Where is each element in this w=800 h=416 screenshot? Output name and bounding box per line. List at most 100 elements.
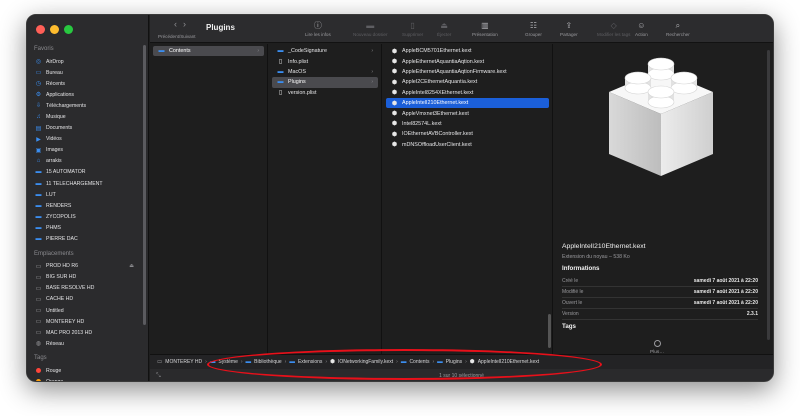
path-crumb-label: IONetworkingFamily.kext [337, 359, 394, 365]
folder-icon: ▬ [35, 213, 42, 220]
sidebar-item[interactable]: ▬ PIERRE DAC [27, 234, 148, 245]
modifier-les-tags-button[interactable]: ◇ Modifier les tags [597, 19, 630, 37]
sidebar-item[interactable]: ▭ BIG SUR HD [27, 272, 148, 283]
path-crumb[interactable]: ▬ Bibliothèque [246, 359, 282, 365]
kext-row[interactable]: ⬢ AppleEthernetAquantiaAqtionFirmware.kex… [386, 67, 549, 77]
chevron-right-icon: › [325, 359, 328, 365]
zoom-button[interactable] [64, 25, 73, 34]
file-row[interactable]: ▬ Contents › [153, 46, 264, 57]
toolbar-button-label: Modifier les tags [597, 32, 631, 37]
column-scrollbar[interactable] [548, 314, 551, 348]
supprimer-button[interactable]: ▯ Supprimer [402, 19, 423, 37]
lire-les-infos-button[interactable]: ⓘ Lire les infos [305, 19, 331, 37]
path-crumb[interactable]: ▬ Contents [401, 359, 430, 365]
kext-row[interactable]: ⬢ AppleI2CEthernetAquantia.kext [386, 77, 549, 87]
path-crumb[interactable]: ⬢ IONetworkingFamily.kext [330, 359, 393, 365]
path-crumb[interactable]: ▬ Extensions [289, 359, 322, 365]
file-row[interactable]: ▬ _CodeSignature › [272, 46, 378, 56]
sidebar-item[interactable]: Rouge [27, 365, 148, 376]
more-circle-icon [653, 340, 661, 347]
kext-row[interactable]: ⬢ AppleIntel8254XEthernet.kext [386, 88, 549, 98]
sidebar-item[interactable]: ◎ AirDrop [27, 56, 148, 67]
path-crumb[interactable]: ▬ Système [210, 359, 238, 365]
row-label: Info.plist [288, 58, 309, 65]
-jecter-button[interactable]: ⏏ Éjecter [437, 19, 451, 37]
file-row[interactable]: ▬ Plugins › [272, 77, 378, 88]
folder-icon: ▬ [437, 359, 443, 365]
sidebar-item-label: arrakis [46, 158, 62, 165]
file-row[interactable]: ▯ Info.plist [272, 56, 378, 66]
forward-arrow-icon[interactable]: › [183, 19, 192, 29]
path-crumb[interactable]: ▭ MONTEREY HD [157, 359, 202, 365]
sidebar-item-label: Téléchargements [46, 102, 87, 109]
sidebar-scrollbar[interactable] [143, 45, 146, 325]
computer-icon: ▭ [35, 330, 42, 337]
pr-sentation-button[interactable]: ▥ Présentation [472, 19, 498, 37]
sidebar-item[interactable]: ▤ Documents [27, 123, 148, 134]
sidebar-item[interactable]: ⇩ Téléchargements [27, 100, 148, 111]
preview-scrollbar[interactable] [767, 50, 770, 340]
images-icon: ▣ [35, 147, 42, 154]
sidebar-item[interactable]: ▬ RENDERS [27, 200, 148, 211]
folder-icon: ▬ [158, 48, 165, 55]
sidebar-item[interactable]: ◷ Récents [27, 78, 148, 89]
kext-row[interactable]: ⬢ AppleEthernetAquantiaAqtion.kext [386, 56, 549, 66]
sidebar-item[interactable]: ▭ MONTEREY HD [27, 316, 148, 327]
file-row[interactable]: ▯ version.plist [272, 88, 378, 98]
sidebar-item[interactable]: ◍ Réseau [27, 338, 148, 349]
eject-icon[interactable]: ⏏ [129, 263, 134, 269]
sidebar-item[interactable]: ⌂ arrakis [27, 156, 148, 167]
sidebar-item[interactable]: Orange [27, 376, 148, 381]
kext-row[interactable]: ⬢ IOEthernetAVBController.kext [386, 129, 549, 139]
window-title: Plugins [206, 23, 235, 32]
sidebar-item[interactable]: ▭ BASE RESOLVE HD [27, 283, 148, 294]
info-key: Version [562, 311, 579, 317]
sidebar-item[interactable]: ▶ Vidéos [27, 134, 148, 145]
chevron-right-icon: › [205, 359, 207, 365]
path-crumb-label: Contents [409, 359, 430, 365]
row-label: AppleI2CEthernetAquantia.kext [402, 79, 478, 86]
path-crumb[interactable]: ⬢ AppleIntelI210Ethernet.kext [470, 359, 539, 365]
sidebar-item[interactable]: ▭ PROD HD R6 ⏏ [27, 261, 148, 272]
grouper-button[interactable]: ☷ Grouper [525, 19, 542, 37]
sidebar-item[interactable]: ▬ ZYCOPOLIS [27, 211, 148, 222]
preview-subtitle: Extension du noyau – 538 Ko [562, 254, 630, 260]
sidebar-item-label: Rouge [46, 367, 62, 374]
kext-icon: ⬢ [391, 131, 398, 138]
nouveau-dossier-button[interactable]: ▬ Nouveau dossier [353, 19, 387, 37]
sidebar-item[interactable]: ♫ Musique [27, 111, 148, 122]
kext-row[interactable]: ⬢ mDNSOffloadUserClient.kext [386, 140, 549, 150]
resize-handle-icon[interactable]: ⤡ [156, 373, 161, 380]
kext-row[interactable]: ⬢ AppleIntelI210Ethernet.kext [386, 97, 549, 109]
kext-icon: ⬢ [391, 111, 398, 118]
status-text: 1 sur 10 sélectionné [439, 373, 484, 379]
sidebar-item[interactable]: ▭ MAC PRO 2013 HD [27, 327, 148, 338]
kext-row[interactable]: ⬢ AppleBCM5701Ethernet.kext [386, 46, 549, 56]
rechercher-button[interactable]: ⌕ Rechercher [666, 19, 690, 37]
sidebar-item[interactable]: ▭ CACHE HD [27, 294, 148, 305]
clock-icon: ◷ [35, 81, 42, 88]
sidebar-item[interactable]: ▣ Images [27, 145, 148, 156]
back-arrow-icon[interactable]: ‹ [174, 19, 183, 29]
folder-icon: ▬ [35, 224, 42, 231]
file-row[interactable]: ▬ MacOS › [272, 67, 378, 77]
sidebar-item[interactable]: ⚙ Applications [27, 89, 148, 100]
sidebar-item[interactable]: ▬ 11 TELECHARGEMENT [27, 178, 148, 189]
sidebar-item[interactable]: ▭ Bureau [27, 67, 148, 78]
sidebar-item[interactable]: ▬ PHMS [27, 222, 148, 233]
sidebar-item[interactable]: ▬ 15 AUTOMATOR [27, 167, 148, 178]
sidebar-item[interactable]: ▭ Untitled [27, 305, 148, 316]
more-button[interactable]: Plus… [650, 340, 664, 355]
music-icon: ♫ [36, 114, 41, 121]
sidebar-item-label: MONTEREY HD [46, 318, 85, 325]
sidebar-item-label: Documents [46, 125, 73, 132]
partager-button[interactable]: ⇪ Partager [560, 19, 578, 37]
close-button[interactable] [36, 25, 45, 34]
sidebar-item[interactable]: ▬ LUT [27, 189, 148, 200]
action-button[interactable]: ☺ Action [635, 19, 648, 37]
sidebar-item-label: Bureau [46, 69, 63, 76]
minimize-button[interactable] [50, 25, 59, 34]
path-crumb[interactable]: ▬ Plugins [437, 359, 462, 365]
kext-row[interactable]: ⬢ Intel82574L.kext [386, 119, 549, 129]
kext-row[interactable]: ⬢ AppleVmxnet3Ethernet.kext [386, 108, 549, 118]
